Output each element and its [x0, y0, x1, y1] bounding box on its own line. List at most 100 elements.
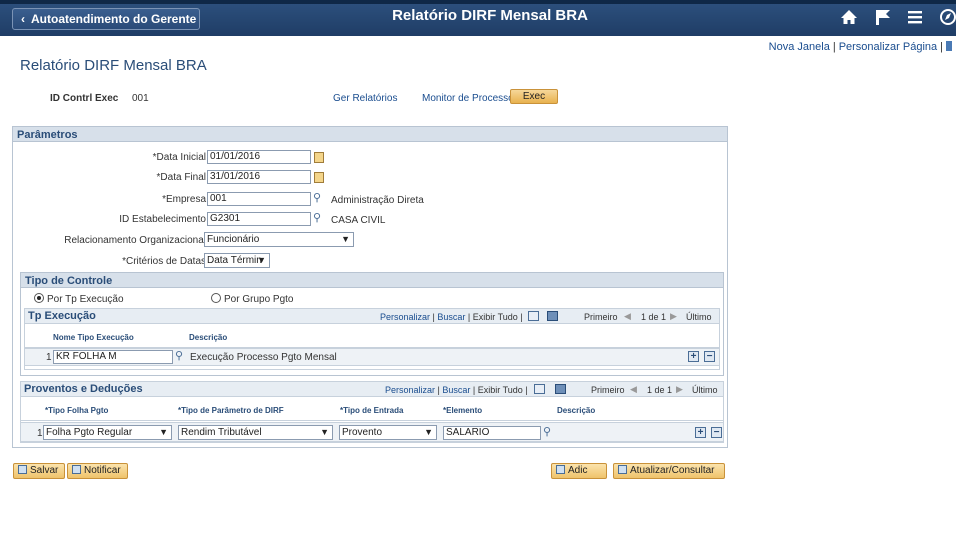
org-relationship-value: Funcionário — [207, 234, 260, 245]
update-display-button[interactable]: Atualizar/Consultar — [613, 463, 725, 479]
entry-type-select[interactable]: Provento ▼ — [339, 425, 437, 440]
back-button[interactable]: ‹ Autoatendimento do Gerente — [12, 8, 200, 30]
prev-icon[interactable]: ◀ — [624, 311, 631, 322]
establishment-label: ID Estabelecimento — [119, 214, 206, 225]
date-criteria-value: Data Términ — [207, 255, 262, 266]
earnings-grid-title: Proventos e Deduções — [24, 383, 143, 395]
control-type-header: Tipo de Controle — [21, 273, 723, 288]
dirf-type-select[interactable]: Rendim Tributável ▼ — [178, 425, 333, 440]
search-icon[interactable]: ⚲ — [543, 425, 551, 438]
row-number: 1 — [46, 352, 52, 363]
establishment-description: CASA CIVIL — [331, 215, 386, 226]
home-icon[interactable] — [838, 8, 860, 28]
notify-button-label: Notificar — [84, 465, 121, 476]
banner-title: Relatório DIRF Mensal BRA — [392, 7, 588, 24]
col-exec-type-name: Nome Tipo Execução — [53, 333, 134, 342]
calendar-icon[interactable] — [314, 152, 324, 163]
earnings-first[interactable]: Primeiro — [591, 385, 625, 395]
personalize-link[interactable]: Personalizar — [380, 312, 430, 322]
company-description: Administração Direta — [331, 195, 424, 206]
parameters-header: Parâmetros — [13, 127, 727, 142]
new-window-link[interactable]: Nova Janela — [769, 41, 830, 53]
menu-icon[interactable] — [904, 8, 926, 28]
org-relationship-select[interactable]: Funcionário ▼ — [204, 232, 354, 247]
end-date-label: *Data Final — [156, 172, 206, 183]
add-row-icon[interactable]: + — [688, 351, 699, 362]
exec-type-last[interactable]: Último — [686, 312, 712, 322]
earnings-grid-toolbar: Personalizar | Buscar | Exibir Tudo | — [385, 385, 528, 395]
personalize-page-link[interactable]: Personalizar Página — [839, 41, 937, 53]
company-label: *Empresa — [162, 194, 206, 205]
add-button-label: Adic — [568, 465, 588, 476]
exec-type-first[interactable]: Primeiro — [584, 312, 618, 322]
exec-type-range: 1 de 1 — [641, 312, 667, 322]
col-description: Descrição — [557, 406, 596, 415]
exec-button[interactable]: Exec — [510, 89, 558, 104]
dirf-type-value: Rendim Tributável — [181, 427, 262, 438]
radio-pay-group[interactable] — [211, 293, 221, 303]
company-input[interactable]: 001 — [207, 192, 311, 206]
pay-type-value: Folha Pgto Regular — [46, 427, 133, 438]
view-all-link[interactable]: Exibir Tudo — [478, 385, 523, 395]
chevron-left-icon: ‹ — [21, 12, 25, 26]
start-date-input[interactable]: 01/01/2016 — [207, 150, 311, 164]
delete-row-icon[interactable]: − — [711, 427, 722, 438]
download-icon[interactable] — [555, 384, 566, 394]
calendar-icon[interactable] — [314, 172, 324, 183]
exec-type-name-input[interactable]: KR FOLHA M — [53, 350, 173, 364]
entry-type-value: Provento — [342, 427, 383, 438]
search-icon[interactable]: ⚲ — [175, 349, 183, 362]
prev-icon[interactable]: ◀ — [630, 384, 637, 395]
view-all-link[interactable]: Exibir Tudo — [473, 312, 518, 322]
update-display-button-label: Atualizar/Consultar — [630, 465, 715, 476]
establishment-input[interactable]: G2301 — [207, 212, 311, 226]
search-icon[interactable]: ⚲ — [313, 211, 321, 224]
add-button[interactable]: Adic — [551, 463, 607, 479]
radio-exec-type[interactable] — [34, 293, 44, 303]
row-number: 1 — [37, 428, 43, 439]
element-input[interactable]: SALARIO — [443, 426, 541, 440]
back-button-label: Autoatendimento do Gerente — [31, 12, 197, 26]
end-date-input[interactable]: 31/01/2016 — [207, 170, 311, 184]
col-exec-type-desc: Descrição — [189, 333, 228, 342]
run-control-id-value: 001 — [132, 93, 149, 104]
report-manager-link[interactable]: Ger Relatórios — [333, 93, 397, 104]
next-icon[interactable]: ▶ — [676, 384, 683, 395]
col-dirf-type: *Tipo de Parâmetro de DIRF — [178, 406, 284, 415]
process-monitor-link[interactable]: Monitor de Processos — [422, 93, 519, 104]
search-icon[interactable]: ⚲ — [313, 191, 321, 204]
zoom-grid-icon[interactable] — [528, 311, 539, 321]
col-pay-type: *Tipo Folha Pgto — [45, 406, 109, 415]
add-icon — [556, 465, 565, 474]
next-icon[interactable]: ▶ — [670, 311, 677, 322]
update-icon — [618, 465, 627, 474]
download-icon[interactable] — [547, 311, 558, 321]
help-icon[interactable] — [946, 41, 952, 51]
save-button-label: Salvar — [30, 465, 59, 476]
earnings-last[interactable]: Último — [692, 385, 718, 395]
date-criteria-select[interactable]: Data Términ ▼ — [204, 253, 270, 268]
col-entry-type: *Tipo de Entrada — [340, 406, 404, 415]
notify-button[interactable]: Notificar — [67, 463, 128, 479]
save-icon — [18, 465, 27, 474]
personalize-link[interactable]: Personalizar — [385, 385, 435, 395]
col-element: *Elemento — [443, 406, 483, 415]
radio-pay-group-label: Por Grupo Pgto — [224, 294, 294, 305]
delete-row-icon[interactable]: − — [704, 351, 715, 362]
notify-icon — [72, 465, 81, 474]
save-button[interactable]: Salvar — [13, 463, 66, 479]
pay-type-select[interactable]: Folha Pgto Regular ▼ — [43, 425, 172, 440]
date-criteria-label: *Critérios de Datas — [122, 256, 206, 267]
find-link[interactable]: Buscar — [442, 385, 470, 395]
chevron-down-icon: ▼ — [257, 255, 266, 265]
zoom-grid-icon[interactable] — [534, 384, 545, 394]
exec-type-row-desc: Execução Processo Pgto Mensal — [190, 352, 337, 363]
find-link[interactable]: Buscar — [437, 312, 465, 322]
flag-icon[interactable] — [872, 8, 894, 28]
chevron-down-icon: ▼ — [341, 234, 350, 244]
add-row-icon[interactable]: + — [695, 427, 706, 438]
exec-type-grid-toolbar: Personalizar | Buscar | Exibir Tudo | — [380, 312, 523, 322]
exec-type-grid-title: Tp Execução — [28, 310, 96, 322]
org-relationship-label: Relacionamento Organizacional — [64, 235, 206, 246]
navbar-icon[interactable] — [938, 8, 956, 28]
